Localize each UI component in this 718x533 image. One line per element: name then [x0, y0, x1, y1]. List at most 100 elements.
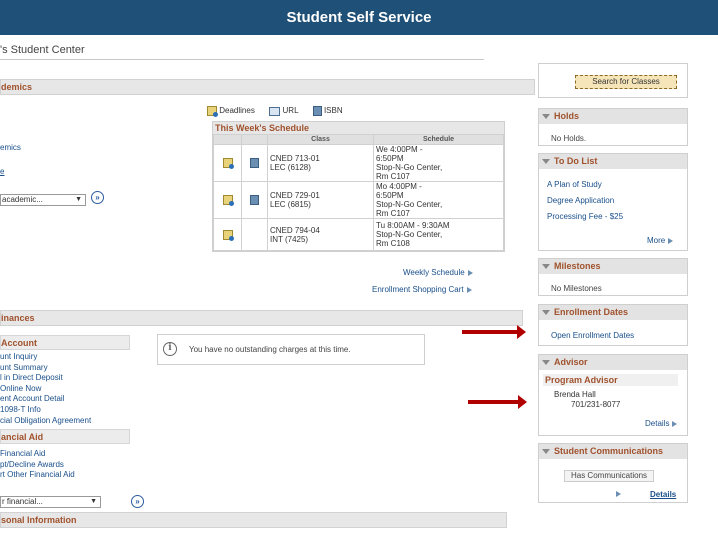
advisor-title: Advisor [554, 357, 588, 367]
book-icon [312, 106, 322, 116]
advisor-panel: Advisor Program Advisor Brenda Hall 701/… [538, 354, 688, 436]
arrow-right-icon [616, 491, 621, 497]
column-schedule: Schedule [373, 134, 504, 145]
advisor-name: Brenda Hall [554, 390, 596, 399]
arrow-right-icon [467, 269, 473, 276]
enrollment-dates-title: Enrollment Dates [554, 307, 629, 317]
schedule-line: Stop-N-Go Center, [376, 200, 443, 209]
calendar-icon[interactable] [222, 195, 234, 206]
schedule-line: Mo 4:00PM - [376, 182, 422, 191]
weekly-schedule-table: This Week's Schedule Class Schedule CNED… [212, 121, 505, 252]
milestones-header[interactable]: Milestones [539, 259, 687, 274]
collapse-icon [542, 114, 550, 120]
schedule-line: 6:50PM [376, 191, 404, 200]
advisor-details-link[interactable]: Details [645, 419, 678, 428]
chevron-down-icon: ▼ [90, 498, 97, 505]
title-divider [0, 59, 484, 60]
isbn-link[interactable]: ISBN [324, 106, 343, 115]
class-code: CNED 729-01 [270, 191, 320, 200]
annotation-arrow [462, 325, 526, 339]
calendar-icon[interactable] [222, 158, 234, 169]
aid-link-view[interactable]: Financial Aid [0, 449, 75, 460]
finances-dropdown-value: r financial... [2, 497, 43, 506]
enrollment-dates-panel: Enrollment Dates Open Enrollment Dates [538, 304, 688, 346]
collapse-icon [542, 310, 550, 316]
aid-link-report-other[interactable]: rt Other Financial Aid [0, 470, 75, 481]
notice-text: You have no outstanding charges at this … [189, 345, 351, 354]
academics-dropdown-value: academic... [2, 195, 43, 204]
arrow-right-icon [668, 237, 674, 244]
personal-info-section-header: sonal Information [0, 512, 507, 528]
academics-go-button[interactable]: » [91, 191, 104, 204]
class-section: LEC (6128) [270, 163, 311, 172]
schedule-line: Rm C108 [376, 239, 410, 248]
account-link-direct-deposit[interactable]: l in Direct Deposit [0, 373, 91, 384]
collapse-icon [542, 159, 550, 165]
milestones-panel: Milestones No Milestones [538, 258, 688, 296]
table-row: CNED 713-01 LEC (6128) We 4:00PM -6:50PM S… [213, 144, 504, 182]
table-row: CNED 794-04 INT (7425) Tu 8:00AM - 9:30AM… [213, 218, 504, 251]
deadlines-link[interactable]: Deadlines [219, 106, 255, 115]
arrow-right-icon [466, 286, 472, 293]
calendar-icon [207, 106, 218, 117]
schedule-line: Stop-N-Go Center, [376, 230, 443, 239]
shopping-cart-link[interactable]: Enrollment Shopping Cart [372, 285, 472, 294]
info-icon: i [163, 342, 177, 356]
account-subheader: Account [0, 335, 130, 350]
schedule-title: This Week's Schedule [213, 122, 504, 134]
academics-link-2[interactable]: e [0, 167, 4, 176]
class-section: INT (7425) [270, 234, 309, 244]
program-advisor-subheader: Program Advisor [543, 374, 678, 386]
advisor-details-label: Details [645, 419, 670, 428]
todo-item-plan-of-study[interactable]: A Plan of Study [547, 180, 602, 189]
todo-header[interactable]: To Do List [539, 154, 687, 169]
schedule-line: We 4:00PM - [376, 145, 423, 154]
account-link-pay-online[interactable]: Online Now [0, 384, 91, 395]
shopping-cart-label: Enrollment Shopping Cart [372, 285, 464, 294]
calendar-icon[interactable] [222, 229, 234, 241]
search-panel: Search for Classes [538, 63, 688, 98]
communications-details-link[interactable]: Details [650, 490, 676, 499]
holds-header[interactable]: Holds [539, 109, 687, 124]
milestones-title: Milestones [554, 261, 601, 271]
search-for-classes-button[interactable]: Search for Classes [575, 75, 677, 89]
account-link-obligation[interactable]: cial Obligation Agreement [0, 416, 91, 427]
schedule-line: Rm C107 [376, 209, 410, 218]
url-link[interactable]: URL [283, 106, 299, 115]
url-icon [269, 106, 281, 116]
holds-title: Holds [554, 111, 580, 121]
academics-link-1[interactable]: emics [0, 143, 21, 152]
arrow-right-icon [672, 420, 678, 427]
todo-item-degree-application[interactable]: Degree Application [547, 196, 614, 205]
holds-panel: Holds No Holds. [538, 108, 688, 146]
table-row: CNED 729-01 LEC (6815) Mo 4:00PM -6:50PM S… [213, 181, 504, 219]
enrollment-dates-header[interactable]: Enrollment Dates [539, 305, 687, 320]
open-enrollment-dates-link[interactable]: Open Enrollment Dates [551, 331, 634, 340]
schedule-line: Stop-N-Go Center, [376, 163, 443, 172]
account-link-summary[interactable]: unt Summary [0, 363, 91, 374]
finances-dropdown[interactable]: r financial... ▼ [0, 496, 101, 508]
academics-dropdown[interactable]: academic... ▼ [0, 194, 86, 206]
schedule-line: Tu 8:00AM - 9:30AM [376, 221, 450, 230]
finances-go-button[interactable]: » [131, 495, 144, 508]
account-link-detail[interactable]: ent Account Detail [0, 394, 91, 405]
weekly-schedule-link[interactable]: Weekly Schedule [403, 268, 473, 277]
has-communications-button[interactable]: Has Communications [564, 470, 654, 482]
aid-link-accept-decline[interactable]: pt/Decline Awards [0, 460, 75, 471]
schedule-toolbar: Deadlines URL ISBN [207, 106, 343, 117]
financial-aid-subheader: ancial Aid [0, 429, 130, 444]
account-link-1098t[interactable]: 1098-T Info [0, 405, 91, 416]
todo-more-link[interactable]: More [647, 236, 674, 245]
collapse-icon [542, 360, 550, 366]
class-section: LEC (6815) [270, 200, 311, 209]
collapse-icon [542, 449, 550, 455]
book-icon[interactable] [250, 195, 259, 205]
todo-more-label: More [647, 236, 666, 245]
todo-title: To Do List [554, 156, 598, 166]
annotation-arrow [468, 395, 527, 409]
communications-header[interactable]: Student Communications [539, 444, 687, 459]
todo-item-processing-fee[interactable]: Processing Fee - $25 [547, 212, 623, 221]
book-icon[interactable] [250, 158, 259, 168]
advisor-header[interactable]: Advisor [539, 355, 687, 370]
account-link-inquiry[interactable]: unt Inquiry [0, 352, 91, 363]
